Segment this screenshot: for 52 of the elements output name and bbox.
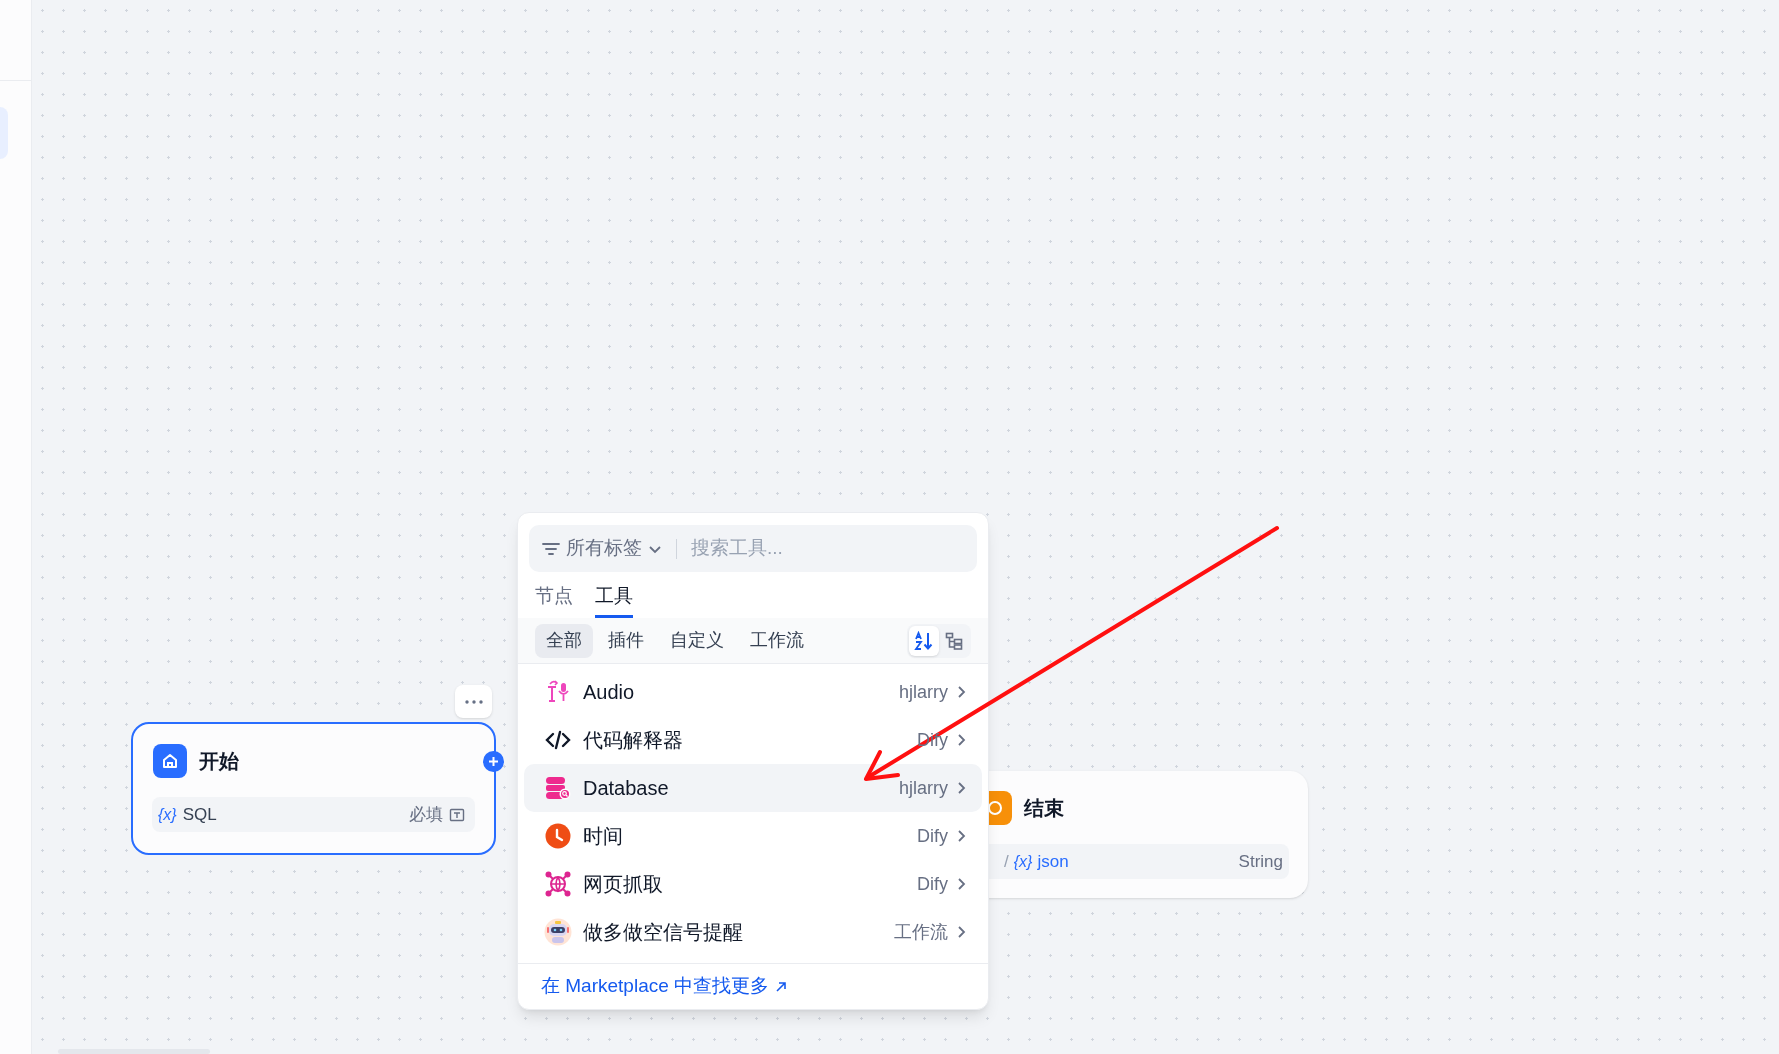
required-label: 必填: [409, 803, 443, 826]
chevron-right-icon: [956, 925, 966, 939]
provider-name: hjlarry: [899, 680, 948, 704]
sort-icon: [914, 630, 934, 651]
globe-icon: [545, 871, 571, 897]
variable-icon: {x}: [158, 802, 177, 827]
marketplace-link[interactable]: 在 Marketplace 中查找更多: [541, 972, 770, 1001]
variable-type: String: [1238, 850, 1283, 873]
tab[interactable]: 节点: [535, 578, 573, 618]
variable-icon: {x}: [1013, 849, 1033, 874]
category-tab[interactable]: 自定义: [659, 623, 735, 658]
chevron-right-icon: [956, 733, 966, 747]
category-tab[interactable]: 插件: [597, 623, 655, 658]
tool-name: 时间: [583, 824, 623, 849]
tag-filter-dropdown[interactable]: 所有标签: [529, 525, 677, 572]
ellipsis-icon: [464, 699, 483, 704]
provider-name: Dify: [917, 824, 948, 848]
provider-name: Dify: [917, 872, 948, 896]
tool-name: Database: [583, 776, 669, 801]
category-tab[interactable]: 全部: [535, 623, 593, 658]
search-field[interactable]: 搜索工具...: [677, 525, 977, 572]
chevron-right-icon: [956, 829, 966, 843]
variable-name: json: [1037, 850, 1069, 873]
chevron-right-icon: [956, 781, 966, 795]
robot-icon: [544, 918, 572, 946]
chevron-down-icon: [648, 543, 662, 554]
database-icon: [545, 775, 571, 801]
category-tab[interactable]: 工作流: [739, 623, 815, 658]
external-link-icon: [775, 980, 788, 993]
chevron-right-icon: [956, 877, 966, 891]
tool-name: Audio: [583, 680, 635, 705]
tag-filter-label: 所有标签: [566, 536, 642, 561]
tool-name: 网页抓取: [583, 872, 663, 897]
plus-icon: [488, 756, 499, 767]
provider-name: 工作流: [894, 920, 948, 944]
text-input-icon: [449, 806, 465, 823]
filter-icon: [542, 541, 560, 556]
chevron-right-icon: [956, 685, 966, 699]
sort-button[interactable]: [909, 625, 939, 656]
music-mic-icon: [545, 679, 571, 705]
node-title: 开始: [199, 749, 239, 774]
provider-name: hjlarry: [899, 776, 948, 800]
tool-name: 代码解释器: [583, 728, 683, 753]
path-separator: /: [1004, 850, 1009, 873]
tree-icon: [945, 631, 963, 650]
start-node[interactable]: 开始 {x} SQL 必填: [131, 722, 496, 855]
tool-item[interactable]: Database hjlarry: [524, 764, 982, 812]
home-icon: [153, 744, 187, 778]
node-title: 结束: [1024, 796, 1064, 821]
variable-name: SQL: [182, 803, 217, 826]
clock-icon: [545, 823, 571, 849]
tool-name: 做多做空信号提醒: [583, 920, 743, 945]
